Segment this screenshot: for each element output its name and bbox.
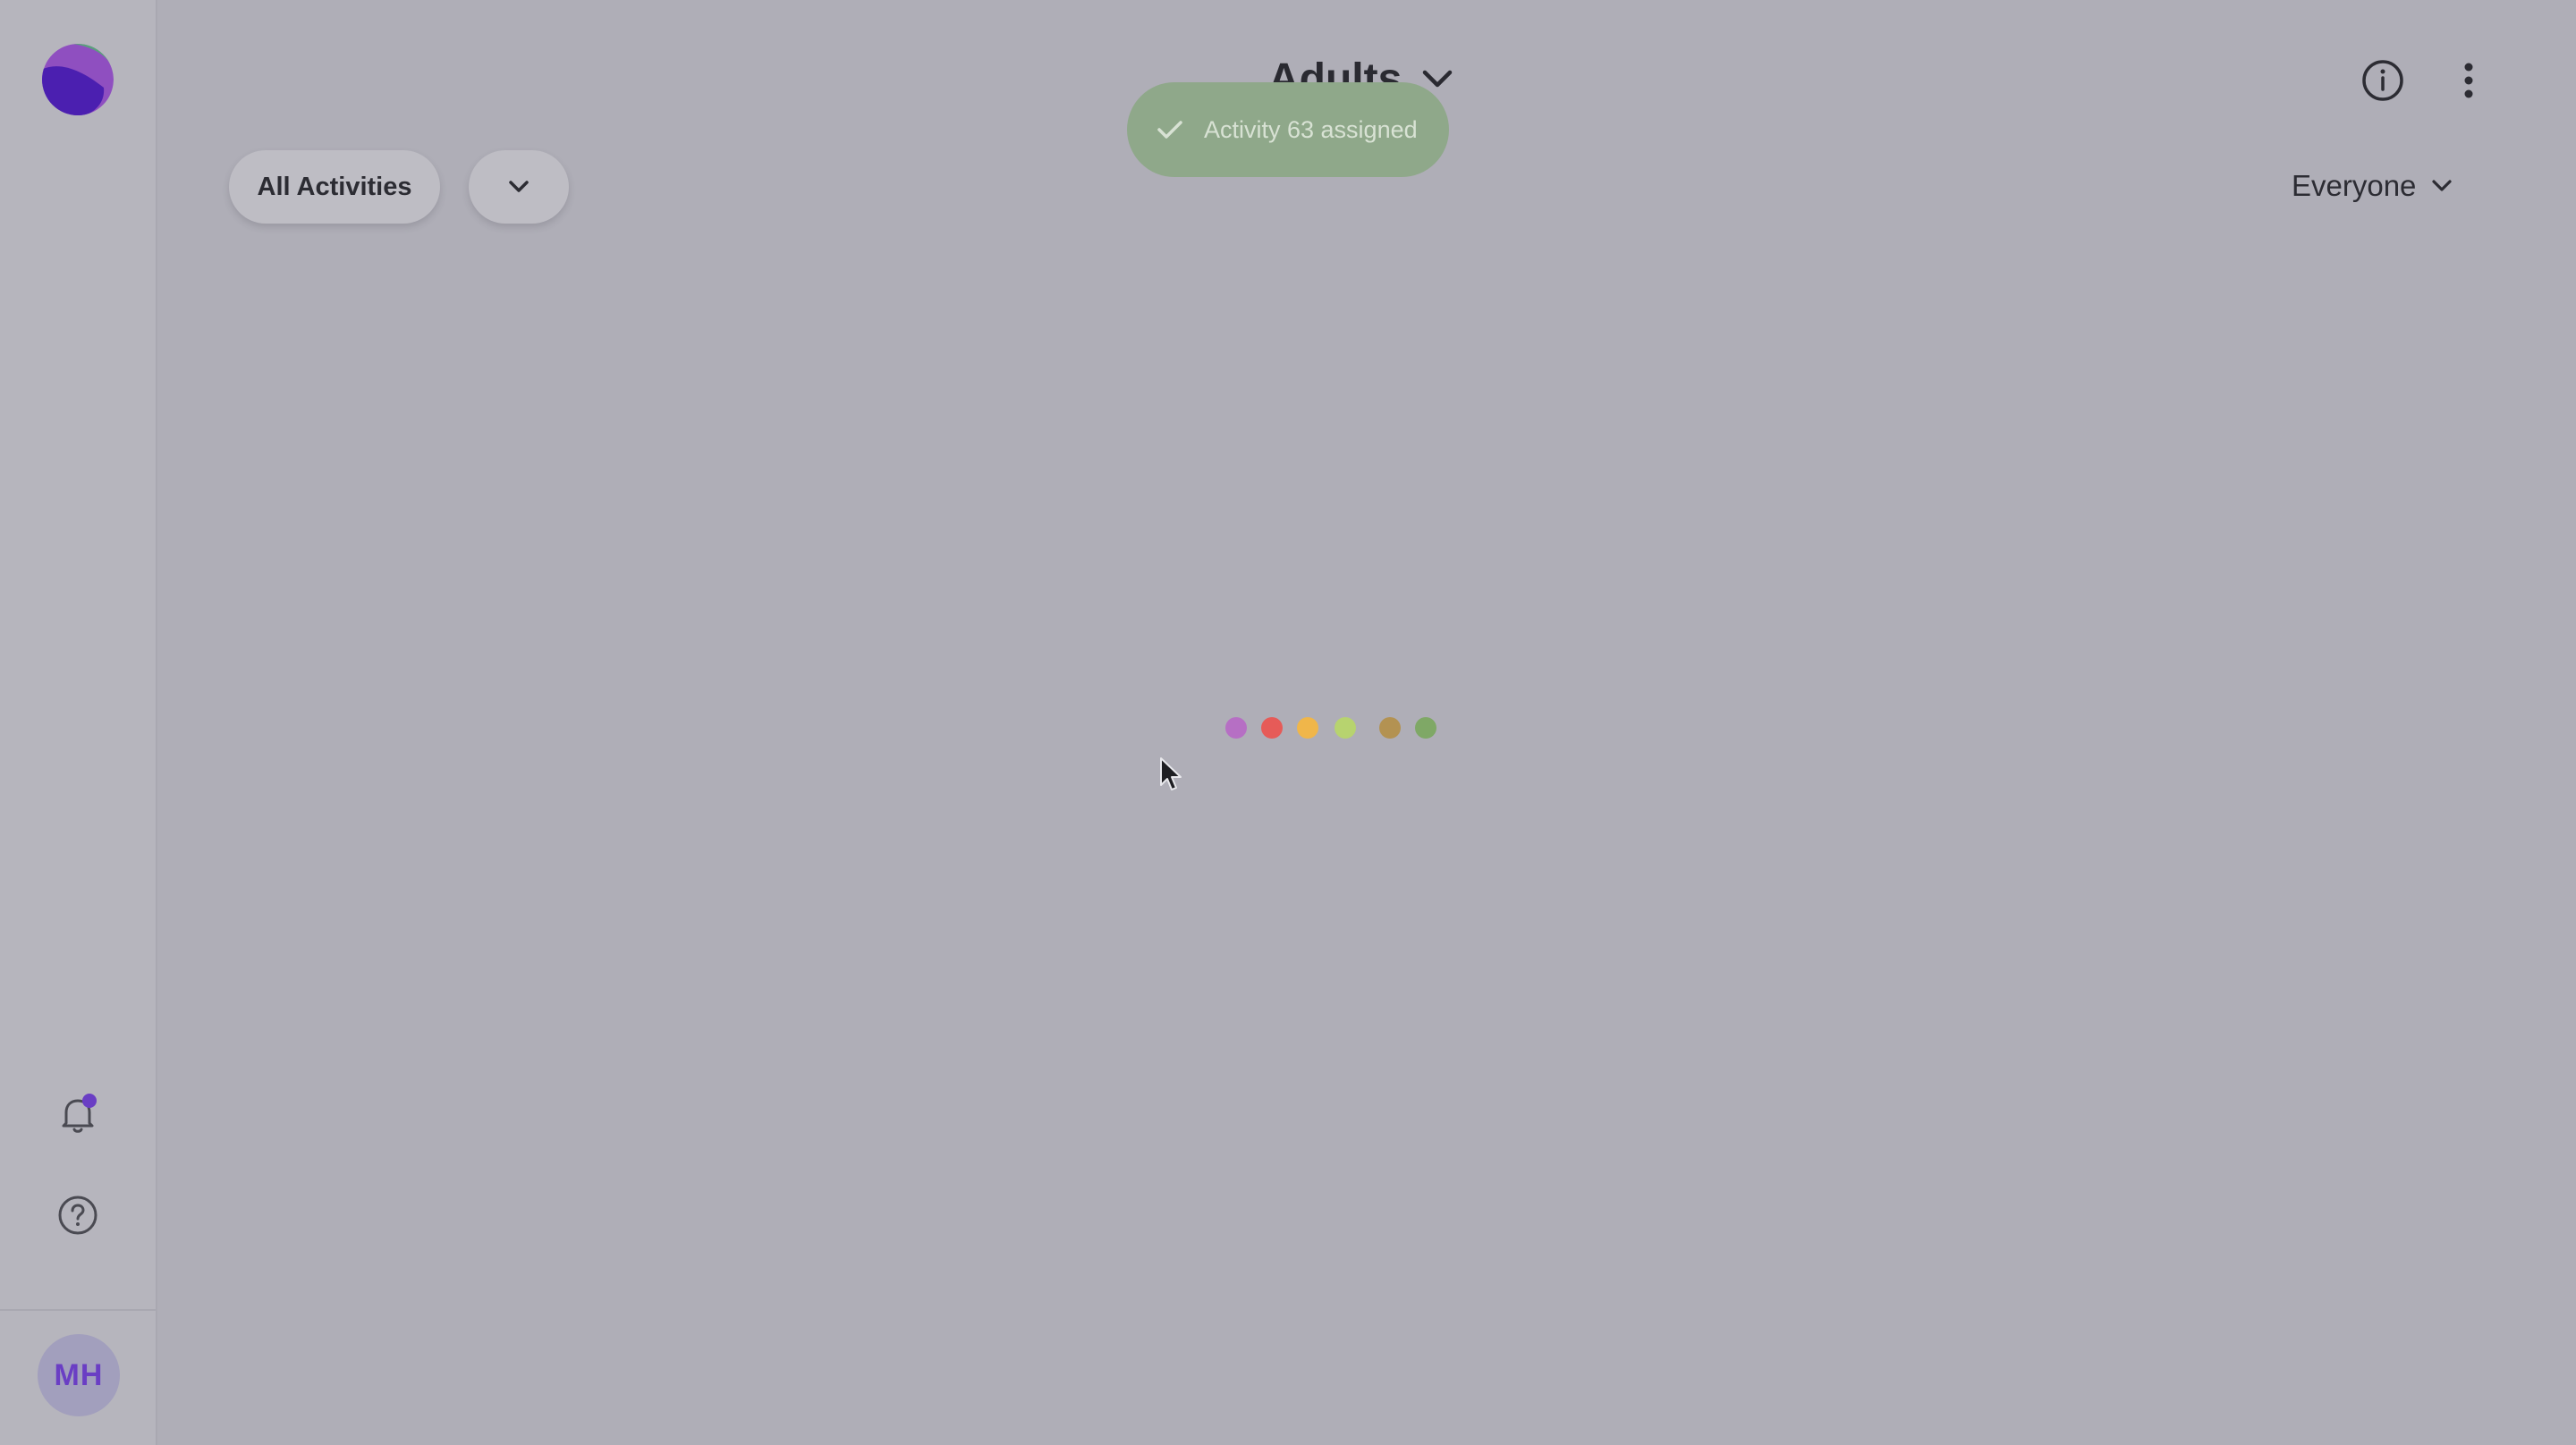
app-logo-icon[interactable] <box>41 43 114 116</box>
loader-dot <box>1297 717 1318 739</box>
loader-dot <box>1415 717 1436 739</box>
toast-message: Activity 63 assigned <box>1204 115 1418 143</box>
chevron-down-icon <box>2432 180 2453 191</box>
loading-indicator <box>1225 717 1440 739</box>
help-circle-icon <box>58 1196 97 1235</box>
app-window: MH Adults All Activities Everyone Activi… <box>0 0 2576 1445</box>
notifications-button[interactable] <box>54 1089 102 1137</box>
success-toast: Activity 63 assigned <box>1127 82 1449 177</box>
notification-badge <box>82 1094 97 1108</box>
help-button[interactable] <box>54 1191 102 1239</box>
mouse-cursor-icon <box>1160 757 1182 790</box>
sidebar: MH <box>0 0 157 1445</box>
more-vertical-icon <box>2464 63 2473 98</box>
bell-icon <box>62 1094 97 1133</box>
activities-dropdown-button[interactable] <box>469 150 569 224</box>
loader-dot <box>1335 717 1356 739</box>
all-activities-button[interactable]: All Activities <box>229 150 440 224</box>
loader-dot <box>1379 717 1401 739</box>
sidebar-divider <box>0 1309 157 1311</box>
loader-dot <box>1225 717 1247 739</box>
info-icon <box>2362 60 2403 101</box>
info-button[interactable] <box>2360 57 2406 104</box>
check-icon <box>1157 121 1182 139</box>
loader-dot <box>1261 717 1283 739</box>
user-avatar[interactable]: MH <box>38 1334 120 1416</box>
audience-filter-label: Everyone <box>2292 169 2417 202</box>
chevron-down-icon <box>509 181 529 192</box>
more-options-button[interactable] <box>2445 57 2492 104</box>
audience-filter-dropdown[interactable]: Everyone <box>2292 161 2455 211</box>
